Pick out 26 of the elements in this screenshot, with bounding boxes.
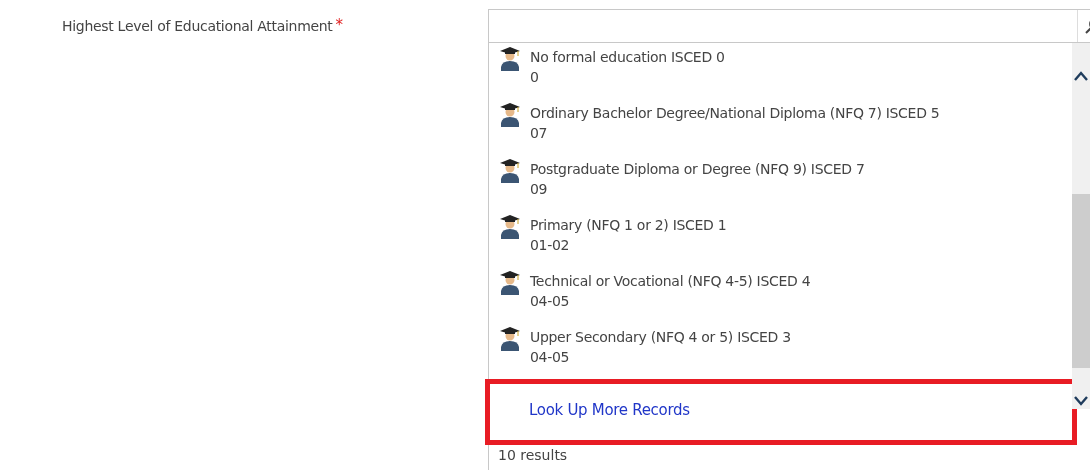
- graduate-icon: [499, 271, 521, 295]
- result-code: 07: [530, 124, 549, 143]
- graduate-icon: [499, 327, 521, 351]
- result-name[interactable]: Primary (NFQ 1 or 2) ISCED 1: [530, 215, 727, 235]
- result-name[interactable]: Upper Secondary (NFQ 4 or 5) ISCED 3: [530, 327, 791, 347]
- result-name[interactable]: Ordinary Bachelor Degree/National Diploma (NFQ 7) ISCED 5: [530, 103, 940, 123]
- look-up-more-link[interactable]: Look Up More Records: [529, 401, 690, 419]
- scroll-down-icon[interactable]: [1074, 396, 1088, 406]
- required-mark: *: [335, 16, 344, 34]
- result-name[interactable]: Postgraduate Diploma or Degree (NFQ 9) ISCED 7: [530, 159, 865, 179]
- graduate-icon: [499, 215, 521, 239]
- graduate-icon: [499, 47, 521, 71]
- result-code: 09: [530, 180, 549, 199]
- scroll-thumb[interactable]: [1072, 194, 1090, 368]
- result-code: 01-02: [530, 236, 571, 255]
- result-name[interactable]: Technical or Vocational (NFQ 4-5) ISCED 4: [530, 271, 811, 291]
- field-label: Highest Level of Educational Attainment: [62, 18, 333, 34]
- scroll-up-icon[interactable]: [1074, 71, 1088, 81]
- result-name[interactable]: No formal education ISCED 0: [530, 47, 725, 67]
- result-code: 04-05: [530, 348, 571, 367]
- graduate-icon: [499, 159, 521, 183]
- result-count: 10 results: [497, 448, 569, 463]
- result-code: 0: [530, 68, 540, 87]
- result-code: 04-05: [530, 292, 571, 311]
- graduate-icon: [499, 103, 521, 127]
- scrollbar[interactable]: [1072, 43, 1090, 409]
